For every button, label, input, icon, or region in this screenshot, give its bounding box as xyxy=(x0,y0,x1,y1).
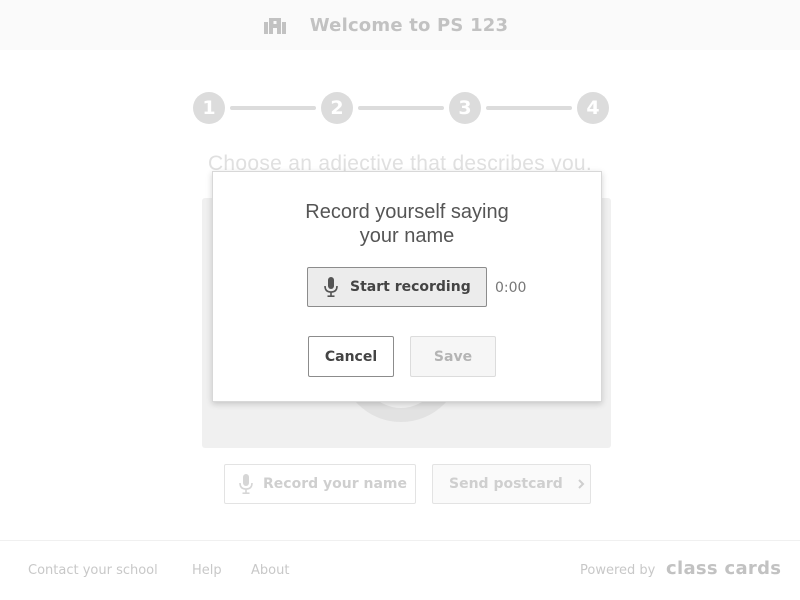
step-3: 3 xyxy=(449,92,481,124)
contact-school-link[interactable]: Contact your school xyxy=(28,563,158,578)
help-link[interactable]: Help xyxy=(192,563,222,578)
footer: Contact your school Help About Powered b… xyxy=(0,540,800,600)
record-name-label: Record your name xyxy=(263,476,407,492)
about-link[interactable]: About xyxy=(251,563,289,578)
microphone-icon xyxy=(239,474,253,494)
chevron-right-icon xyxy=(578,479,585,489)
send-postcard-button[interactable]: Send postcard xyxy=(432,464,591,504)
cancel-button[interactable]: Cancel xyxy=(308,336,394,377)
dialog-title-line-1: Record yourself saying xyxy=(305,201,509,223)
step-connector xyxy=(230,106,316,110)
save-button[interactable]: Save xyxy=(410,336,496,377)
page: Welcome to PS 123 1 2 3 4 Choose an adje… xyxy=(0,0,800,600)
progress-stepper: 1 2 3 4 xyxy=(193,92,609,124)
step-1: 1 xyxy=(193,92,225,124)
record-name-button[interactable]: Record your name xyxy=(224,464,416,504)
step-connector xyxy=(486,106,572,110)
record-name-dialog: Record yourself saying your name Start r… xyxy=(212,171,602,402)
step-4: 4 xyxy=(577,92,609,124)
brand-logo: class cards xyxy=(666,558,782,579)
start-recording-button[interactable]: Start recording xyxy=(307,267,487,307)
dialog-title: Record yourself saying your name xyxy=(213,200,601,248)
header: Welcome to PS 123 xyxy=(0,0,800,50)
page-title: Welcome to PS 123 xyxy=(309,14,509,36)
recording-timer: 0:00 xyxy=(495,280,527,296)
start-recording-label: Start recording xyxy=(350,279,471,295)
microphone-icon xyxy=(324,277,338,297)
step-2: 2 xyxy=(321,92,353,124)
powered-by-text: Powered by xyxy=(580,563,656,578)
dialog-title-line-2: your name xyxy=(359,225,455,247)
school-building-icon xyxy=(263,18,286,34)
step-connector xyxy=(358,106,444,110)
send-postcard-label: Send postcard xyxy=(449,476,563,492)
